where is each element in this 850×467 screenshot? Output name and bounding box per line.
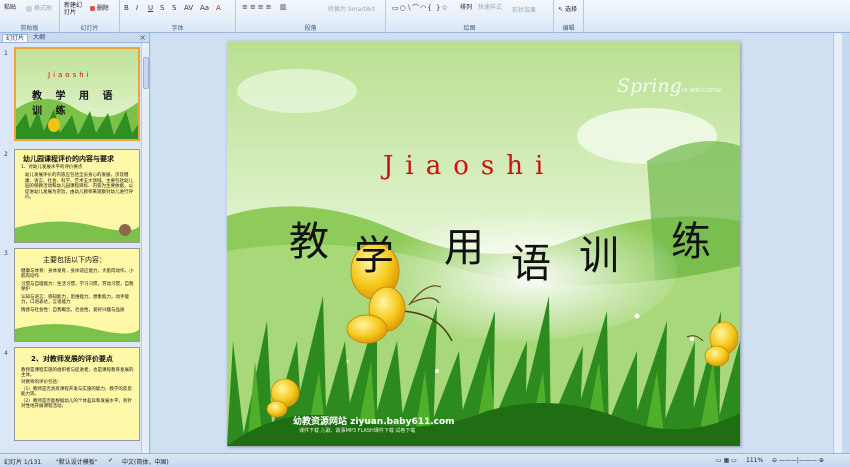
slide-thumbnail-panel: 幻灯片 大纲 × 1 Jiaoshi 教 学 用 语 训 练 2 幼儿园课程评价… [0, 33, 150, 453]
theme-name: "默认设计模板" [56, 459, 98, 466]
tab-outline[interactable]: 大纲 [30, 34, 48, 42]
strikethrough-button[interactable]: S [160, 4, 164, 12]
tab-slides[interactable]: 幻灯片 [2, 34, 29, 42]
subtitle-char-3: 用 [444, 225, 484, 271]
editing-group: ↖ 选择 编辑 [554, 0, 584, 33]
change-case-button[interactable]: Aa [200, 4, 209, 12]
font-group-label: 字体 [171, 25, 184, 32]
watermark-subtext: 课件下载 儿歌、故事MP3 FLASH课件下载 试卷下载 [299, 428, 416, 434]
watermark-text: 幼教资源网站 ziyuan.baby611.com [293, 417, 455, 427]
slide-title[interactable]: Jiaoshi [383, 151, 555, 181]
current-slide[interactable]: Springis welcome Jiaoshi 教 学 用 语 训 练 幼教资… [227, 41, 740, 446]
quick-styles-button[interactable]: 快速样式 [478, 2, 502, 11]
thumb-4-line-4: （2）教师是否能根据幼儿的个体差异和发展水平，有针对性地开展课程活动。 [21, 399, 132, 409]
slide-number: 2 [4, 151, 8, 158]
bold-button[interactable]: B [124, 4, 129, 12]
delete-slide-button[interactable]: 删除 [90, 3, 109, 12]
char-spacing-button[interactable]: AV [184, 4, 193, 12]
convert-smartart-button[interactable]: 转换为 SmartArt [328, 4, 375, 13]
slides-group: 新建幻灯片 删除 幻灯片 [60, 0, 120, 33]
thumb-1-title: Jiaoshi [48, 71, 92, 79]
spell-check-icon[interactable]: ✔ [108, 457, 113, 464]
drawing-group-label: 绘图 [463, 25, 476, 32]
subtitle-char-2: 学 [354, 233, 394, 279]
subtitle-char-4: 语 [511, 241, 551, 287]
thumb-4-line-1: 教师是课程实施的组织者与促进者，也是课程教育发展的主体。 [21, 368, 134, 378]
select-button[interactable]: ↖ 选择 [558, 4, 577, 13]
ribbon: 粘贴 格式刷 剪贴板 新建幻灯片 删除 幻灯片 B I U S S AV Aa … [0, 0, 850, 33]
delete-icon [90, 6, 95, 11]
shapes-gallery[interactable]: ▭○∖⌒◠{ }☆ [392, 3, 449, 13]
font-color-button[interactable]: A [216, 4, 221, 12]
slide-number: 4 [4, 350, 8, 357]
thumb-3-decoration [15, 324, 139, 341]
panel-scrollbar[interactable] [141, 43, 149, 453]
shadow-button[interactable]: S [172, 4, 176, 12]
slide-thumbnail-2[interactable]: 幼儿园课程评价的内容与要求 1、对幼儿发展水平的评价要点 幼儿发展评价的内容应包… [14, 149, 140, 243]
zoom-slider[interactable]: ⊖ ———|——— ⊕ [772, 457, 824, 464]
clipboard-group: 粘贴 格式刷 剪贴板 [0, 0, 60, 33]
thumb-1-subtitle: 教 学 用 语 训 练 [32, 91, 118, 117]
slide-thumbnail-1[interactable]: Jiaoshi 教 学 用 语 训 练 [14, 47, 140, 141]
font-group: B I U S S AV Aa A 字体 [120, 0, 236, 33]
underline-button[interactable]: U [148, 4, 153, 12]
shape-effects-button[interactable]: 形状效果 [512, 5, 536, 14]
align-buttons[interactable]: ≡≡≡≡ [242, 3, 273, 11]
editing-group-label: 编辑 [562, 25, 575, 32]
new-slide-button[interactable]: 新建幻灯片 [64, 2, 86, 16]
thumb-2-decoration [15, 221, 139, 242]
clipboard-group-label: 剪贴板 [20, 25, 39, 32]
panel-tabs: 幻灯片 大纲 × [0, 33, 149, 43]
main-scrollbar[interactable] [833, 33, 842, 453]
brush-icon [26, 5, 32, 12]
subtitle-char-1: 教 [289, 219, 329, 265]
thumb-4-line-3: （1）教师是否具有课程开发与实施的能力、教学的反思能力等。 [21, 387, 132, 397]
subtitle-char-5: 训 [579, 233, 619, 279]
columns-button[interactable]: ▥ [280, 3, 287, 11]
slide-thumbnail-3[interactable]: 主要包括以下内容： 健康与体育：身体发育，身体适应能力，大肌肉动作，小肌肉动作 … [14, 248, 140, 342]
slide-count: 幻灯片 1/131 [4, 459, 42, 466]
slide-number: 3 [4, 250, 8, 257]
thumb-4-title: 2、对教师发展的评价要点 [31, 355, 113, 363]
italic-button[interactable]: I [136, 4, 138, 12]
slides-group-label: 幻灯片 [80, 25, 99, 32]
subtitle-char-6: 练 [671, 219, 711, 265]
thumb-4-line-2: 对教师的评价包括： [21, 380, 62, 385]
slide-editing-area: Springis welcome Jiaoshi 教 学 用 语 训 练 幼教资… [151, 33, 842, 453]
slide-number: 1 [4, 50, 8, 57]
zoom-level[interactable]: 111% [746, 457, 763, 464]
slide-subtitle[interactable]: 教 学 用 语 训 练 [289, 209, 719, 287]
panel-scrollbar-thumb[interactable] [143, 57, 149, 89]
drawing-group: ▭○∖⌒◠{ }☆ 排列 快速样式 形状效果 绘图 [386, 0, 554, 33]
spring-logo: Springis welcome [617, 75, 722, 97]
language[interactable]: 中文(简体，中国) [122, 457, 169, 466]
paragraph-group: ≡≡≡≡ ▥ 转换为 SmartArt 段落 [236, 0, 386, 33]
close-panel-icon[interactable]: × [139, 33, 146, 42]
format-painter-button[interactable]: 格式刷 [26, 3, 52, 12]
paste-button[interactable]: 粘贴 [4, 2, 16, 11]
view-buttons[interactable]: ▭ ▦ ▭ [716, 457, 737, 464]
arrange-button[interactable]: 排列 [460, 2, 472, 11]
paragraph-group-label: 段落 [304, 25, 317, 32]
slide-thumbnail-4[interactable]: 2、对教师发展的评价要点 教师是课程实施的组织者与促进者，也是课程教育发展的主体… [14, 347, 140, 441]
status-bar: 幻灯片 1/131 "默认设计模板" ✔ 中文(简体，中国) ▭ ▦ ▭ 111… [0, 453, 850, 467]
